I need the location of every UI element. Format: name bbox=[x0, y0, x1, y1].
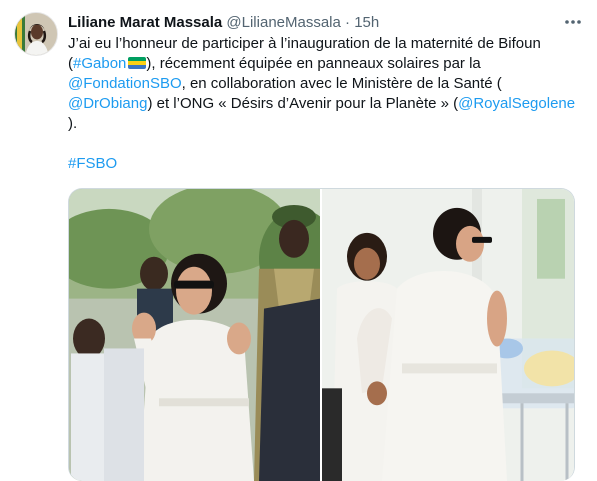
mention-obiang-link[interactable]: @DrObiang bbox=[68, 95, 147, 112]
text-segment: J’ai eu l’honneur de participer à l’inau… bbox=[68, 35, 541, 52]
more-options-button[interactable] bbox=[561, 12, 585, 32]
text-segment: ) et l’ONG « Désirs d’Avenir pour la Pla… bbox=[147, 95, 459, 112]
tweet-header: Liliane Marat Massala @LilianeMassala · … bbox=[68, 13, 568, 33]
tweet-card[interactable]: Liliane Marat Massala @LilianeMassala · … bbox=[0, 0, 597, 481]
tweet-paragraph: J’ai eu l’honneur de participer à l’inau… bbox=[68, 34, 583, 134]
author-avatar[interactable] bbox=[14, 12, 58, 56]
author-name[interactable]: Liliane Marat Massala bbox=[68, 14, 222, 31]
tweet-timestamp[interactable]: 15h bbox=[354, 14, 379, 31]
ellipsis-icon bbox=[565, 20, 581, 24]
header-separator: · bbox=[345, 14, 351, 31]
photo-maternity-ward-image bbox=[322, 189, 574, 481]
tweet-hashtag-line: #FSBO bbox=[68, 154, 583, 174]
photo-maternity-ward-visit[interactable] bbox=[322, 189, 574, 481]
photo-inauguration-crowd[interactable] bbox=[69, 189, 320, 481]
profile-photo bbox=[15, 13, 57, 55]
mention-fondation-link[interactable]: @FondationSBO bbox=[68, 75, 182, 92]
tweet-text: J’ai eu l’honneur de participer à l’inau… bbox=[68, 34, 583, 174]
mention-royal-link[interactable]: @RoyalSegolene bbox=[458, 95, 575, 112]
gabon-flag-emoji-icon bbox=[128, 57, 147, 69]
hashtag-fsbo-link[interactable]: #FSBO bbox=[68, 155, 117, 172]
photo-inauguration-image bbox=[69, 189, 320, 481]
text-segment: ). bbox=[68, 115, 78, 132]
hashtag-gabon-link[interactable]: #Gabon bbox=[73, 55, 126, 72]
text-segment: , en collaboration avec le Ministère de … bbox=[181, 75, 502, 92]
text-segment: ), récemment équipée en panneaux solaire… bbox=[146, 55, 481, 72]
tweet-media-grid bbox=[68, 188, 575, 481]
author-handle[interactable]: @LilianeMassala bbox=[226, 14, 340, 31]
